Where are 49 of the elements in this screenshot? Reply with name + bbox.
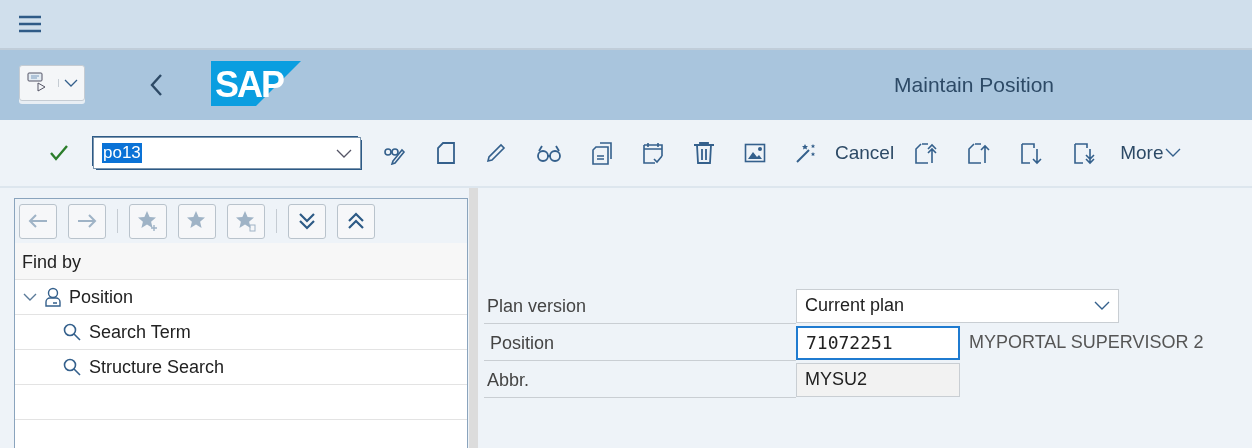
menu-icon[interactable] — [18, 15, 42, 33]
double-chevron-up-icon — [346, 212, 366, 230]
cancel-button[interactable]: Cancel — [835, 142, 895, 164]
caret-icon — [336, 148, 352, 158]
double-chevron-down-icon — [297, 212, 317, 230]
tree-item[interactable]: Structure Search — [15, 350, 467, 385]
document-icon[interactable] — [436, 141, 456, 165]
download-icon[interactable] — [1020, 141, 1045, 165]
upload-icon[interactable] — [967, 141, 992, 165]
position-description: MYPORTAL SUPERVISOR 2 — [969, 332, 1204, 353]
arrow-right-icon — [77, 213, 97, 229]
upload-double-icon[interactable] — [914, 141, 939, 165]
back-icon[interactable] — [149, 73, 163, 97]
caret-icon — [58, 79, 78, 87]
more-button[interactable]: More — [1120, 142, 1182, 164]
expand-button[interactable] — [288, 203, 326, 239]
pencil-icon[interactable] — [485, 142, 507, 164]
command-field[interactable]: po13 — [93, 137, 361, 169]
magic-wand-icon[interactable] — [795, 142, 817, 164]
glasses-icon[interactable] — [536, 143, 562, 163]
logo: SAP — [211, 60, 301, 106]
abbreviation-field: MYSU2 — [796, 362, 960, 397]
copy-icon[interactable] — [591, 141, 613, 165]
caret-icon — [1094, 301, 1110, 310]
search-icon — [63, 358, 81, 376]
search-icon — [63, 323, 81, 341]
caret-icon — [1165, 148, 1182, 158]
check-icon[interactable] — [49, 144, 69, 162]
star-icon — [137, 210, 159, 232]
person-icon — [45, 287, 61, 307]
trash-icon[interactable] — [693, 141, 715, 165]
tree-item[interactable]: Search Term — [15, 315, 467, 350]
image-icon[interactable] — [744, 142, 766, 164]
field-label: Position — [484, 324, 796, 361]
command-text: po13 — [102, 143, 142, 163]
window-title: Maintain Position — [894, 73, 1054, 97]
caret-icon[interactable] — [23, 292, 37, 302]
plan-version-dropdown[interactable]: Current plan — [796, 288, 1119, 323]
arrow-left-icon — [28, 213, 48, 229]
star-icon — [235, 210, 257, 232]
screen-icon — [27, 72, 47, 92]
collapse-button[interactable] — [337, 203, 375, 239]
position-input-field[interactable]: 71072251 — [796, 325, 960, 360]
tree-heading: Find by — [15, 243, 467, 280]
calendar-icon[interactable] — [642, 141, 664, 165]
field-label: Abbr. — [484, 361, 796, 398]
download-double-icon[interactable] — [1073, 141, 1098, 165]
tree-item[interactable]: Position — [15, 280, 467, 315]
field-label: Plan version — [484, 287, 796, 324]
